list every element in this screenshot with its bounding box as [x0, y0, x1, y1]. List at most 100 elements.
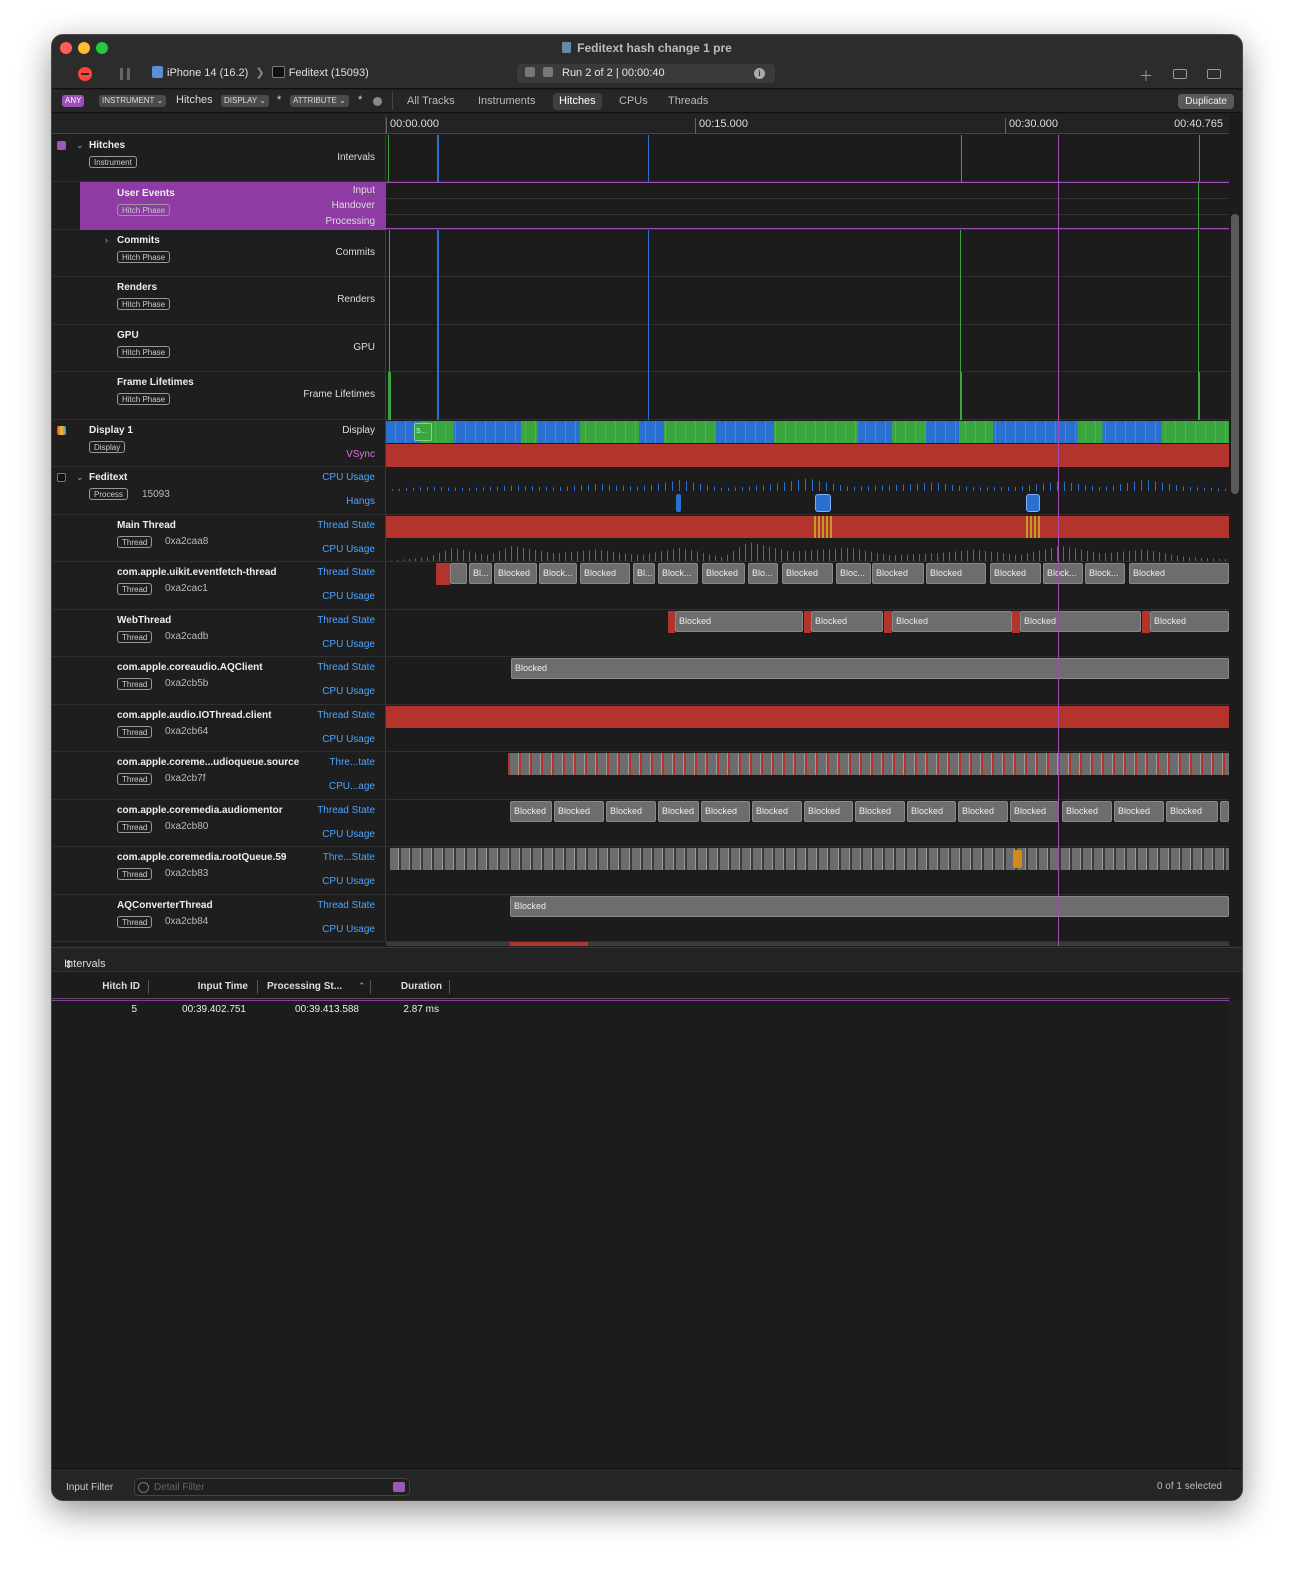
table-row[interactable]: 5 00:39.402.751 00:39.413.588 2.87 ms	[52, 1000, 1230, 1020]
track-thread[interactable]: WebThread Thread 0xa2cadb Thread State C…	[52, 610, 1229, 657]
filter-footer: Input Filter 0 of 1 selected	[52, 1468, 1242, 1500]
time-ruler[interactable]: 00:00.000 00:15.000 00:30.000 00:40.765	[386, 114, 1229, 134]
track-commits[interactable]: › Commits Hitch Phase Commits	[52, 230, 1229, 277]
thread-id: 0xa2cb83	[165, 868, 209, 879]
lane-label: CPU Usage	[322, 472, 375, 483]
toggle-bottom-panel-icon[interactable]	[1173, 69, 1187, 79]
track-thread[interactable]: com.apple.coreme...udioqueue.source Thre…	[52, 752, 1229, 800]
sort-ascending-icon: ⌃	[358, 981, 366, 991]
attribute-filter-value[interactable]: *	[358, 94, 362, 106]
instrument-filter-chip[interactable]: INSTRUMENT ⌄	[99, 95, 167, 107]
target-selector[interactable]: iPhone 14 (16.2) ❯ Feditext (15093)	[152, 66, 369, 79]
lane-user-events[interactable]	[386, 182, 1229, 229]
filter-options-icon[interactable]	[393, 1482, 405, 1492]
input-filter-label[interactable]: Input Filter	[66, 1482, 113, 1493]
previous-run-button[interactable]	[525, 67, 535, 77]
track-display[interactable]: Display 1 Display Display VSync S...	[52, 420, 1229, 467]
lane-hitch-intervals[interactable]	[386, 135, 1229, 182]
info-icon[interactable]: i	[754, 68, 765, 79]
track-badge: Process	[89, 488, 128, 500]
chevron-down-icon[interactable]: ⌄	[76, 140, 84, 151]
lane-label: Frame Lifetimes	[303, 389, 375, 400]
tab-instruments[interactable]: Instruments	[472, 93, 541, 110]
run-selector[interactable]: Run 2 of 2 | 00:00:40 i	[517, 64, 775, 83]
running-segment	[1142, 611, 1150, 633]
track-thread[interactable]: com.apple.uikit.eventfetch-thread Thread…	[52, 562, 1229, 610]
display-filter-value[interactable]: *	[277, 94, 281, 106]
tab-threads[interactable]: Threads	[662, 93, 714, 110]
run-label: Run 2 of 2	[562, 67, 613, 79]
toggle-inspector-icon[interactable]	[1207, 69, 1221, 79]
track-frame-lifetimes[interactable]: Frame Lifetimes Hitch Phase Frame Lifeti…	[52, 372, 1229, 420]
column-input-time[interactable]: Input Time	[162, 981, 248, 992]
track-thread[interactable]: com.apple.coremedia.rootQueue.59 Thread …	[52, 847, 1229, 895]
lane-thread-state[interactable]	[386, 705, 1229, 751]
lane-display[interactable]: S...	[386, 420, 1229, 467]
lane-label: Thre...State	[322, 852, 375, 863]
cpu-usage-graph	[386, 478, 1229, 491]
attribute-filter-chip[interactable]: ATTRIBUTE ⌄	[290, 95, 349, 107]
pause-button[interactable]	[120, 68, 130, 80]
display-filter-chip[interactable]: DISPLAY ⌄	[221, 95, 269, 107]
lane-frame-lifetimes[interactable]	[386, 372, 1229, 420]
chevron-down-icon[interactable]: ⌄	[76, 472, 84, 483]
track-thread[interactable]: Main Thread Thread 0xa2caa8 Thread State…	[52, 515, 1229, 562]
chevron-right-icon[interactable]: ›	[105, 235, 108, 245]
lane-thread-state[interactable]	[386, 515, 1229, 561]
track-thread[interactable]: com.apple.audio.IOThread.client Thread 0…	[52, 705, 1229, 752]
track-scrollbar[interactable]	[1231, 214, 1239, 494]
lane-commits[interactable]	[386, 230, 1229, 277]
cell-duration: 2.87 ms	[403, 1004, 439, 1015]
column-processing-start[interactable]: Processing St...	[267, 981, 347, 992]
lane-thread-state[interactable]: Blocked	[386, 895, 1229, 941]
lane-thread-state[interactable]	[386, 847, 1229, 894]
instrument-filter-value[interactable]: Hitches	[176, 94, 213, 106]
track-thread[interactable]: com.apple.coreaudio.AQClient Thread 0xa2…	[52, 657, 1229, 705]
thread-id: 0xa2caa8	[165, 536, 209, 547]
clear-filter-icon[interactable]	[373, 97, 382, 106]
track-thread[interactable]: AQConverterThread Thread 0xa2cb84 Thread…	[52, 895, 1229, 942]
detail-filter-input[interactable]	[154, 1481, 374, 1494]
add-instrument-icon[interactable]: ＋	[1139, 66, 1153, 86]
column-hitch-id[interactable]: Hitch ID	[92, 981, 140, 992]
track-process[interactable]: ⌄ Feditext Process 15093 CPU Usage Hangs	[52, 467, 1229, 515]
record-stop-button[interactable]	[78, 67, 92, 81]
track-gpu[interactable]: GPU Hitch Phase GPU	[52, 325, 1229, 372]
lane-renders[interactable]	[386, 277, 1229, 325]
blocked-segment: Blocked	[811, 611, 883, 632]
tab-hitches[interactable]: Hitches	[553, 93, 602, 110]
blocked-segment	[1220, 801, 1229, 822]
lane-gpu[interactable]	[386, 325, 1229, 372]
blocked-segment: Blocked	[675, 611, 803, 632]
lane-process-cpu[interactable]	[386, 467, 1229, 514]
track-thread[interactable]: com.apple.coremedia.audiomentor Thread 0…	[52, 800, 1229, 847]
blocked-segment: Block...	[658, 563, 698, 584]
lane-thread-state[interactable]: Blocked Blocked Blocked Blocked Blocked …	[386, 800, 1229, 846]
blocked-segment: Blocked	[510, 896, 1229, 917]
track-badge: Thread	[117, 678, 153, 690]
column-duration[interactable]: Duration	[382, 981, 442, 992]
track-badge: Instrument	[89, 156, 137, 168]
track-badge: Hitch Phase	[117, 298, 171, 310]
track-renders[interactable]: Renders Hitch Phase Renders	[52, 277, 1229, 325]
track-hitches[interactable]: ⌄ Hitches Instrument Intervals	[52, 135, 1229, 182]
track-user-events[interactable]: User Events Hitch Phase Input Handover P…	[52, 182, 1229, 230]
inspection-head[interactable]	[1058, 135, 1059, 946]
lane-label: Renders	[337, 294, 375, 305]
next-run-button[interactable]	[543, 67, 553, 77]
blocked-segment: Blocked	[1150, 611, 1229, 632]
detail-view-selector[interactable]: Intervals ⇕	[52, 948, 1242, 972]
running-segment	[436, 563, 450, 585]
tab-cpus[interactable]: CPUs	[613, 93, 654, 110]
match-any-chip[interactable]: ANY	[62, 95, 85, 107]
duplicate-button[interactable]: Duplicate	[1178, 94, 1234, 109]
tab-all-tracks[interactable]: All Tracks	[401, 93, 461, 110]
lane-thread-state[interactable]: Blocked Blocked Blocked Blocked Blocked	[386, 610, 1229, 656]
detail-filter-field[interactable]	[134, 1478, 410, 1496]
lane-thread-state[interactable]	[386, 752, 1229, 799]
lane-thread-state[interactable]: Bl... Blocked Block... Blocked Bl... Blo…	[386, 562, 1229, 609]
lane-thread-state[interactable]: Blocked	[386, 657, 1229, 704]
elapsed-time: 00:00:40	[621, 67, 665, 79]
track-name: WebThread	[117, 615, 172, 626]
blocked-pattern	[508, 753, 1229, 775]
